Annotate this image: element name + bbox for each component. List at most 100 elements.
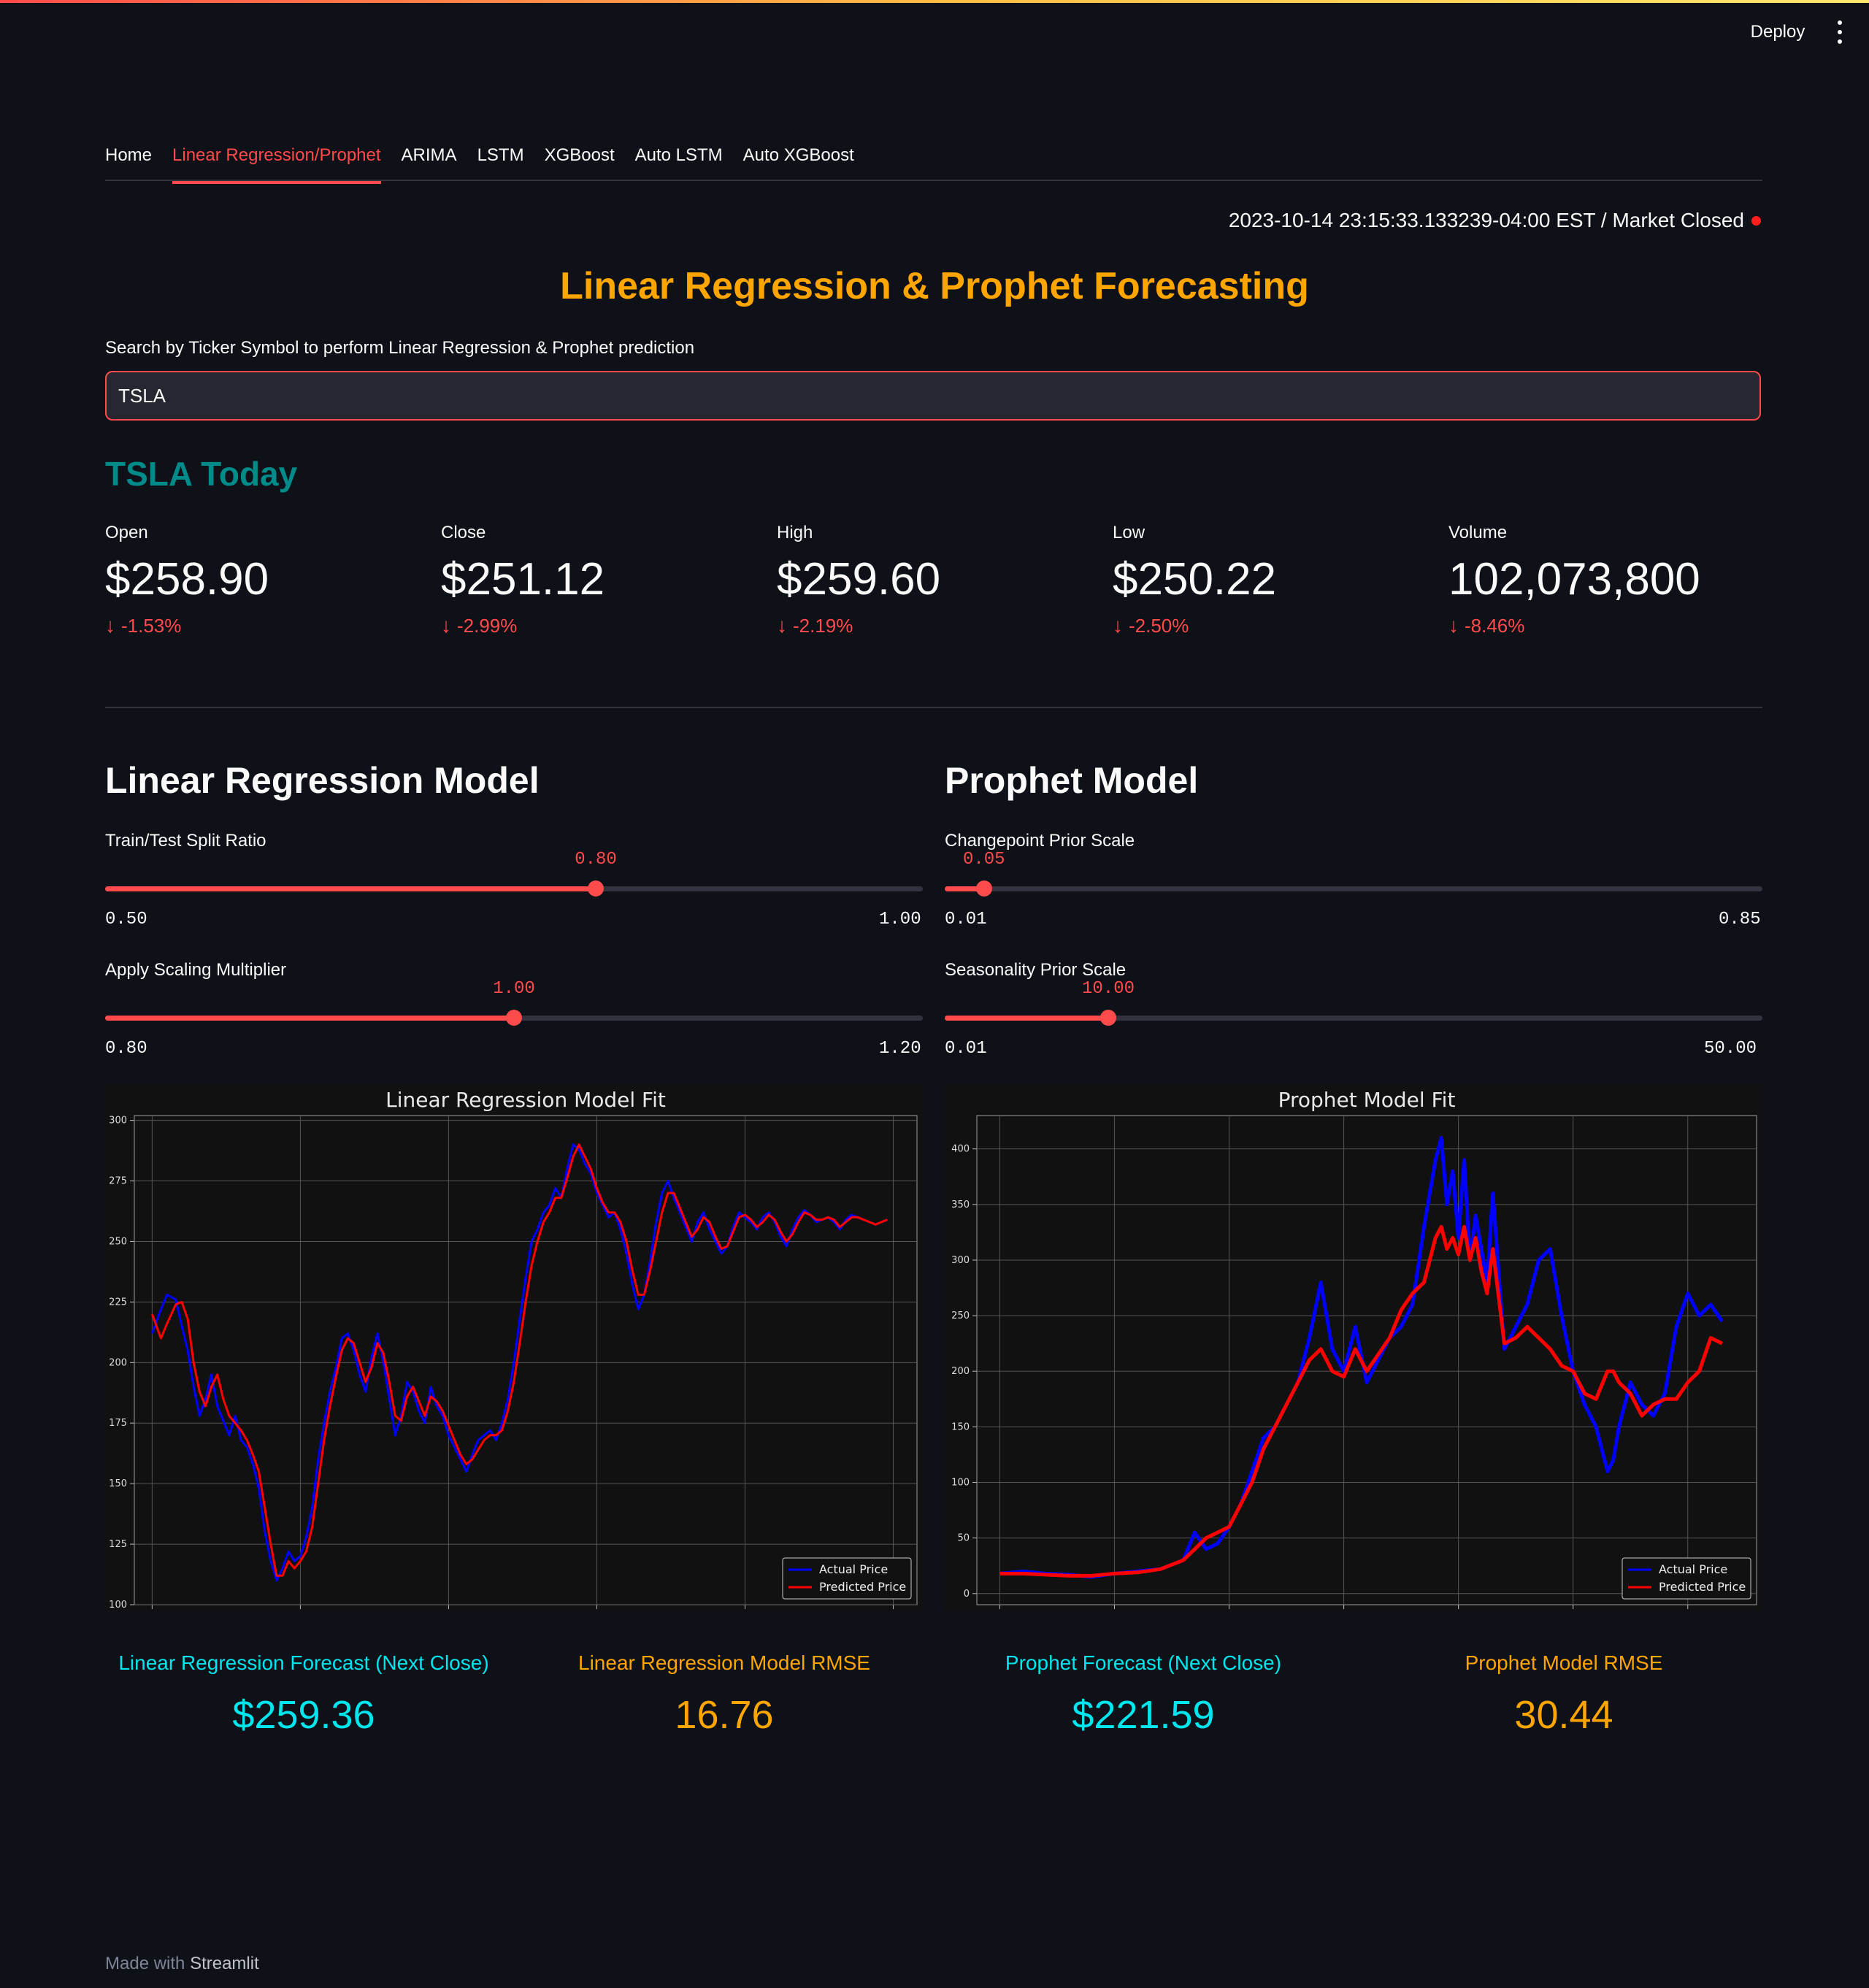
prophet-rmse-value: 30.44 [1514,1693,1613,1737]
y-tick-label: 225 [109,1297,127,1308]
metric-delta-value: -8.46% [1465,614,1525,637]
y-tick-label: 275 [109,1176,127,1187]
tab-auto-xgboost[interactable]: Auto XGBoost [743,136,854,183]
linreg-forecast-value: $259.36 [232,1693,375,1737]
metric-value: $251.12 [441,554,605,605]
metric-value: $258.90 [105,554,269,605]
main-menu-icon[interactable] [1830,20,1850,44]
streamlit-link[interactable]: Streamlit [190,1954,259,1973]
prophet-rmse-label: Prophet Model RMSE [1465,1651,1663,1674]
slider-value: 1.00 [493,979,535,999]
metric-delta-value: -1.53% [121,614,182,637]
changepoint-prior-slider[interactable]: 0.05 [945,850,1762,897]
arrow-down-icon: ↓ [777,614,787,637]
prophet-chart: Prophet Model Fit02004006008001000120005… [945,1085,1762,1611]
slider-thumb[interactable] [588,880,604,897]
linreg-forecast-label: Linear Regression Forecast (Next Close) [118,1651,489,1674]
footer: Made with Streamlit [105,1954,259,1973]
y-tick-label: 0 [964,1589,970,1600]
metric-value: 102,073,800 [1448,554,1700,605]
y-tick-label: 50 [957,1533,970,1544]
metric-low: Low $250.22 ↓ -2.50% [1113,523,1419,637]
metric-label: Open [105,523,148,542]
y-tick-label: 350 [951,1200,970,1210]
slider-thumb[interactable] [1100,1010,1116,1026]
linear-regression-heading: Linear Regression Model [105,760,540,801]
slider-label: Seasonality Prior Scale [945,960,1127,980]
tab-home[interactable]: Home [105,136,152,183]
legend-label: Actual Price [819,1562,888,1576]
metric-label: Low [1113,523,1145,542]
metric-high: High $259.60 ↓ -2.19% [777,523,1083,637]
y-tick-label: 250 [951,1310,970,1321]
metric-close: Close $251.12 ↓ -2.99% [441,523,748,637]
deploy-button[interactable]: Deploy [1738,18,1818,47]
slider-label: Apply Scaling Multiplier [105,960,287,980]
metric-value: $250.22 [1113,554,1277,605]
y-tick-label: 125 [109,1539,127,1550]
slider-min: 0.01 [945,1039,987,1059]
slider-label: Train/Test Split Ratio [105,831,266,851]
page-title: Linear Regression & Prophet Forecasting [560,265,1309,307]
arrow-down-icon: ↓ [441,614,451,637]
linreg-rmse-value: 16.76 [675,1693,774,1737]
market-closed-dot-icon [1751,215,1761,226]
tab-bar: Home Linear Regression/Prophet ARIMA LST… [105,136,1762,184]
metric-delta-value: -2.19% [793,614,853,637]
arrow-down-icon: ↓ [1448,614,1459,637]
metric-delta: ↓ -1.53% [105,614,412,637]
seasonality-prior-slider[interactable]: 10.00 [945,979,1762,1026]
market-timestamp: 2023-10-14 23:15:33.133239-04:00 EST / M… [1228,209,1744,231]
linear-regression-chart: Linear Regression Model Fit0501001502002… [105,1085,923,1611]
slider-thumb[interactable] [506,1010,522,1026]
y-tick-label: 400 [951,1144,970,1155]
tab-xgboost[interactable]: XGBoost [545,136,615,183]
plot-frame [134,1115,918,1605]
legend-label: Actual Price [1659,1562,1727,1576]
metric-delta: ↓ -8.46% [1448,614,1755,637]
slider-fill [105,1016,514,1021]
series-line-predicted-price [999,1224,1724,1578]
y-tick-label: 175 [109,1418,127,1429]
y-tick-label: 300 [951,1255,970,1266]
slider-thumb[interactable] [975,880,992,897]
metric-delta: ↓ -2.50% [1113,614,1419,637]
prophet-chart-svg: Prophet Model Fit02004006008001000120005… [951,1088,1757,1609]
legend-label: Predicted Price [819,1580,906,1594]
y-tick-label: 150 [951,1421,970,1432]
slider-max: 0.85 [1719,910,1761,929]
y-tick-label: 250 [109,1236,127,1247]
legend-label: Predicted Price [1659,1580,1746,1594]
arrow-down-icon: ↓ [105,614,115,637]
ticker-search-input[interactable] [105,371,1761,421]
slider-max: 1.20 [879,1039,921,1059]
tab-auto-lstm[interactable]: Auto LSTM [635,136,723,183]
prophet-heading: Prophet Model [945,760,1199,801]
tab-lstm[interactable]: LSTM [477,136,524,183]
slider-fill [105,886,596,891]
tab-arima[interactable]: ARIMA [402,136,457,183]
plot-frame [976,1115,1757,1605]
metric-volume: Volume 102,073,800 ↓ -8.46% [1448,523,1755,637]
prophet-forecast-label: Prophet Forecast (Next Close) [1005,1651,1282,1674]
slider-label: Changepoint Prior Scale [945,831,1135,851]
train-test-split-slider[interactable]: 0.80 [105,850,923,897]
scaling-multiplier-slider[interactable]: 1.00 [105,979,923,1026]
prophet-forecast-value: $221.59 [1072,1693,1215,1737]
slider-fill [945,1016,1108,1021]
slider-value: 10.00 [1081,979,1135,999]
chart-title: Linear Regression Model Fit [385,1088,666,1112]
tab-linear-regression-prophet[interactable]: Linear Regression/Prophet [172,136,381,184]
slider-max: 1.00 [879,910,921,929]
slider-min: 0.01 [945,910,987,929]
y-tick-label: 150 [109,1478,127,1489]
market-status: 2023-10-14 23:15:33.133239-04:00 EST / M… [1229,209,1761,232]
y-tick-label: 200 [109,1357,127,1368]
slider-value: 0.80 [575,850,617,870]
slider-min: 0.80 [105,1039,147,1059]
metric-label: High [777,523,813,542]
metric-delta-value: -2.99% [457,614,518,637]
metric-delta: ↓ -2.99% [441,614,748,637]
section-divider [105,707,1762,708]
metric-delta-value: -2.50% [1129,614,1189,637]
